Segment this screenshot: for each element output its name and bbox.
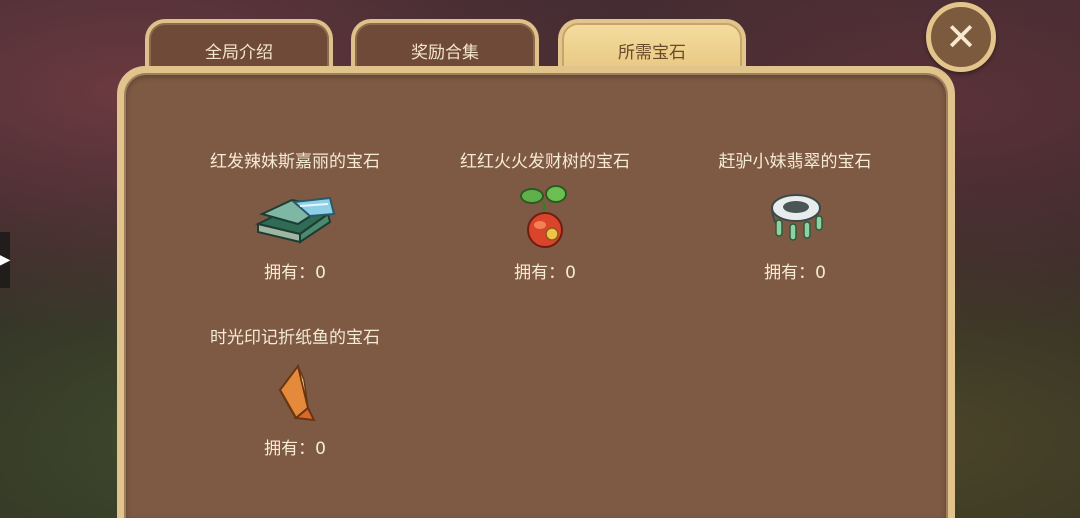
gem-card[interactable]: 红发辣妹斯嘉丽的宝石 拥有：0 — [170, 150, 420, 283]
gem-card[interactable]: 时光印记折纸鱼的宝石 拥有：0 — [170, 326, 420, 459]
green-book-gem-icon — [255, 196, 336, 244]
gem-name: 红发辣妹斯嘉丽的宝石 — [210, 152, 380, 172]
close-button[interactable]: ✕ — [926, 2, 996, 72]
gem-owned-count: 拥有：0 — [764, 263, 826, 283]
gem-owned-count: 拥有：0 — [514, 263, 576, 283]
gem-name: 赶驴小妹翡翠的宝石 — [718, 152, 872, 172]
close-icon: ✕ — [945, 15, 977, 59]
gems-panel: 红发辣妹斯嘉丽的宝石 拥有：0 红红火火发财树的宝石 拥有：0 赶驴小妹翡翠的宝… — [117, 66, 955, 518]
gem-name: 红红火火发财树的宝石 — [460, 152, 630, 172]
gem-card[interactable]: 红红火火发财树的宝石 拥有：0 — [420, 150, 670, 283]
gem-name: 时光印记折纸鱼的宝石 — [210, 328, 380, 348]
origami-fish-gem-icon — [278, 363, 316, 422]
gem-card[interactable]: 赶驴小妹翡翠的宝石 拥有：0 — [670, 150, 920, 283]
side-expand-arrow-icon[interactable]: ▶ — [0, 232, 10, 288]
money-tree-pot-gem-icon — [520, 185, 567, 248]
jade-bracelet-gem-icon — [771, 194, 823, 241]
gem-owned-count: 拥有：0 — [264, 263, 326, 283]
gems-panel-body: 红发辣妹斯嘉丽的宝石 拥有：0 红红火火发财树的宝石 拥有：0 赶驴小妹翡翠的宝… — [124, 73, 948, 518]
gem-owned-count: 拥有：0 — [264, 439, 326, 459]
